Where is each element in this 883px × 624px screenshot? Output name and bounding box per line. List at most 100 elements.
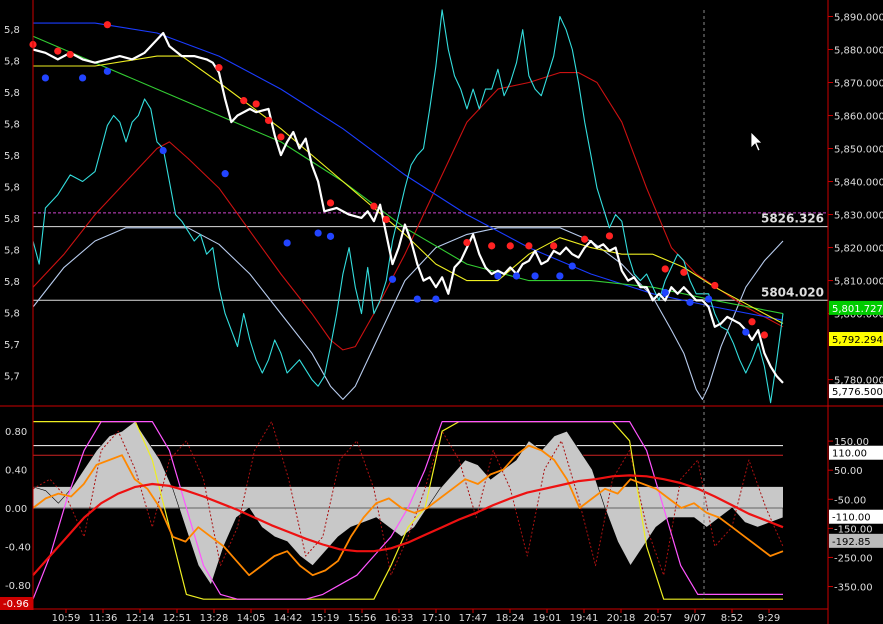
osc-right-tick-label: -150.00	[834, 524, 873, 535]
price-tag-label: 5,801.727	[832, 304, 883, 315]
x-tick-label: 20:18	[607, 613, 636, 624]
osc-left-tick-label: 0.80	[5, 427, 27, 438]
left-tick-label: 5,7	[4, 340, 20, 351]
osc-left-tick-label: -0.80	[5, 581, 31, 592]
sell-marker	[711, 281, 719, 290]
sell-marker	[760, 331, 769, 339]
osc-right-tick-label: -350.00	[834, 583, 873, 594]
sell-marker	[581, 235, 589, 243]
x-tick-label: 9:29	[758, 613, 780, 624]
left-tick-label: 5,8	[4, 88, 20, 99]
buy-marker	[705, 295, 713, 303]
left-tick-label: 5,8	[4, 309, 20, 320]
osc-value-tag-label: 110.00	[832, 449, 867, 460]
osc-left-tick-label: 0.00	[5, 504, 27, 515]
y-tick-label: 5,840.000	[834, 178, 883, 189]
x-tick-label: 19:01	[533, 613, 562, 624]
buy-marker	[686, 298, 694, 306]
price-tag-label: 5,792.294	[832, 335, 883, 346]
sell-marker	[103, 21, 111, 29]
buy-marker	[221, 170, 229, 178]
x-tick-label: 12:51	[163, 613, 192, 624]
buy-marker	[314, 229, 322, 237]
sell-marker	[605, 232, 614, 240]
buy-marker	[283, 239, 291, 247]
y-tick-label: 5,810.000	[834, 277, 883, 288]
x-tick-label: 9/07	[684, 613, 706, 624]
left-tick-label: 5,8	[4, 120, 20, 131]
x-tick-label: 14:42	[274, 613, 303, 624]
y-tick-label: 5,820.000	[834, 244, 883, 255]
chart-background	[0, 0, 883, 624]
sell-marker	[506, 242, 514, 250]
buy-marker	[742, 328, 750, 336]
buy-marker	[556, 272, 564, 280]
y-tick-label: 5,860.000	[834, 112, 883, 123]
left-tick-label: 5,8	[4, 246, 20, 257]
buy-marker	[159, 146, 167, 155]
osc-left-tag-label: -0.96	[3, 599, 29, 610]
x-tick-label: 11:36	[89, 613, 118, 624]
left-tick-label: 5,8	[4, 183, 20, 194]
sell-marker	[215, 64, 223, 72]
sell-marker	[66, 50, 74, 59]
x-tick-label: 8:52	[721, 613, 743, 624]
sell-marker	[488, 242, 496, 250]
sell-marker	[326, 199, 335, 207]
osc-value-tag-label: -192.85	[832, 537, 871, 548]
x-tick-label: 17:47	[459, 613, 488, 624]
buy-marker	[494, 272, 502, 280]
osc-right-tick-label: 50.00	[834, 466, 863, 477]
left-tick-label: 5,8	[4, 214, 20, 225]
x-tick-label: 10:59	[52, 613, 81, 624]
buy-marker	[413, 295, 421, 303]
sell-marker	[54, 47, 62, 55]
sell-marker	[240, 97, 248, 105]
sell-marker	[264, 116, 273, 125]
buy-marker	[568, 262, 576, 270]
osc-right-tick-label: -50.00	[834, 495, 866, 506]
sell-marker	[680, 268, 688, 276]
x-tick-label: 12:14	[126, 613, 155, 624]
x-tick-label: 15:56	[348, 613, 377, 624]
left-tick-label: 5,7	[4, 372, 20, 383]
x-tick-label: 17:10	[422, 613, 451, 624]
left-tick-label: 5,8	[4, 25, 20, 36]
buy-marker	[432, 295, 440, 303]
y-tick-label: 5,830.000	[834, 211, 883, 222]
sell-marker	[370, 202, 378, 210]
x-tick-label: 13:28	[200, 613, 229, 624]
y-tick-label: 5,890.000	[834, 13, 883, 24]
x-tick-label: 20:57	[644, 613, 673, 624]
level-label: 5804.020	[761, 285, 824, 299]
sell-marker	[748, 318, 756, 326]
y-tick-label: 5,870.000	[834, 79, 883, 90]
left-tick-label: 5,8	[4, 151, 20, 162]
y-tick-label: 5,850.000	[834, 145, 883, 156]
sell-marker	[382, 215, 390, 224]
x-tick-label: 19:41	[570, 613, 599, 624]
x-tick-label: 14:05	[237, 613, 266, 624]
buy-marker	[78, 74, 87, 82]
x-tick-label: 18:24	[496, 613, 525, 624]
sell-marker	[463, 238, 471, 247]
x-tick-label: 15:19	[311, 613, 340, 624]
osc-value-tag-label: -110.00	[832, 513, 871, 524]
buy-marker	[388, 275, 397, 283]
level-label: 5826.326	[761, 212, 824, 226]
buy-marker	[103, 67, 111, 75]
left-tick-label: 5,8	[4, 277, 20, 288]
sell-marker	[525, 242, 533, 250]
buy-marker	[531, 272, 539, 280]
left-tick-label: 5,8	[4, 57, 20, 68]
y-tick-label: 5,880.000	[834, 46, 883, 57]
buy-marker	[512, 272, 521, 280]
sell-marker	[661, 265, 669, 273]
buy-marker	[41, 74, 49, 82]
trading-chart: 5826.326 5804.020 5,890.000 5,880.000 5,870…	[0, 0, 883, 624]
x-tick-label: 16:33	[385, 613, 414, 624]
buy-marker	[661, 288, 669, 297]
osc-left-tick-label: 0.40	[5, 466, 27, 477]
sell-marker	[550, 242, 558, 250]
sell-marker	[277, 133, 285, 141]
